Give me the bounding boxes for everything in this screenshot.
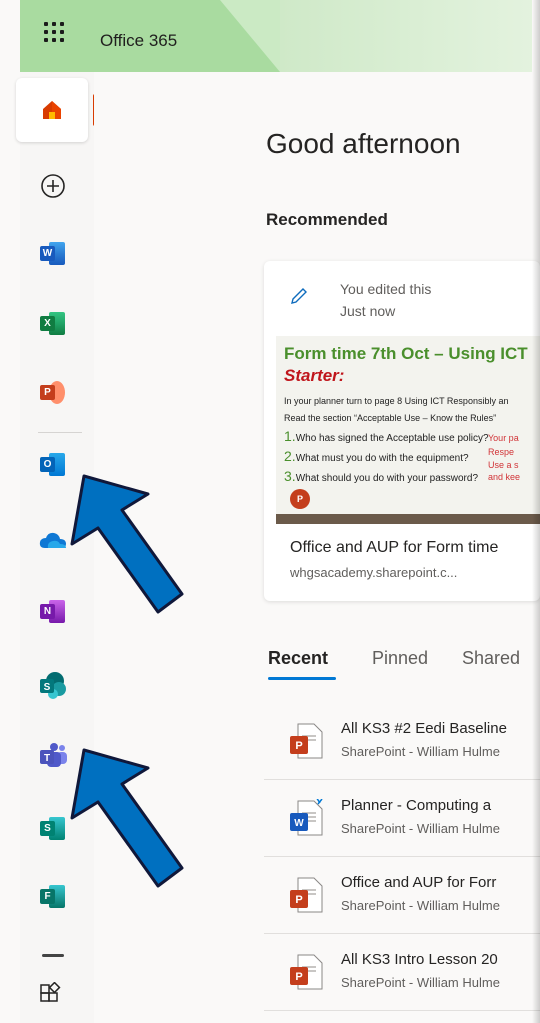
card-title[interactable]: Office and AUP for Form time xyxy=(290,539,498,557)
home-icon xyxy=(43,101,61,119)
tab-recent[interactable]: Recent xyxy=(268,648,328,669)
tab-underline xyxy=(268,677,336,680)
forms-icon[interactable]: F xyxy=(40,884,66,910)
tab-pinned[interactable]: Pinned xyxy=(372,648,428,669)
powerpoint-file-icon: P xyxy=(290,954,323,990)
file-row[interactable]: P All KS3 #2 Eedi Baseline SharePoint - … xyxy=(264,702,540,780)
file-row[interactable]: P All KS3 Intro Lesson 20 SharePoint - W… xyxy=(264,933,540,1011)
plus-circle-icon[interactable] xyxy=(40,173,66,199)
thumb-line: Read the section “Acceptable Use – Know … xyxy=(284,413,497,423)
annotation-arrow-icon xyxy=(70,748,184,888)
thumb-starter: Starter: xyxy=(284,366,345,385)
file-location: SharePoint - William Hulme xyxy=(341,821,500,836)
svg-text:P: P xyxy=(295,740,302,752)
file-name: All KS3 #2 Eedi Baseline xyxy=(341,720,507,737)
thumb-question: 3.What should you do with your password? xyxy=(284,468,479,484)
svg-text:T: T xyxy=(44,753,50,764)
svg-text:P: P xyxy=(295,894,302,906)
office365-window: Office 365 W X P O N S T S F Good aftern… xyxy=(0,0,540,1023)
sharepoint-icon[interactable]: S xyxy=(38,670,68,700)
card-thumbnail[interactable]: Form time 7th Oct – Using ICT Starter: I… xyxy=(276,336,540,524)
powerpoint-file-icon: P xyxy=(290,877,323,913)
brand-title[interactable]: Office 365 xyxy=(100,31,177,51)
window-edge-shadow xyxy=(532,0,540,1023)
svg-text:W: W xyxy=(294,818,304,829)
file-location: SharePoint - William Hulme xyxy=(341,744,500,759)
thumb-bullet: Respe xyxy=(488,447,515,457)
file-location: SharePoint - William Hulme xyxy=(341,975,500,990)
file-name: All KS3 Intro Lesson 20 xyxy=(341,951,498,968)
powerpoint-badge-icon: P xyxy=(290,489,310,509)
outlook-icon[interactable]: O xyxy=(40,452,66,478)
thumb-question: 1.Who has signed the Acceptable use poli… xyxy=(284,428,489,444)
annotation-arrow-icon xyxy=(70,474,184,614)
card-activity: You edited this xyxy=(340,281,432,297)
all-apps-icon[interactable] xyxy=(38,982,62,1006)
file-row[interactable]: W Planner - Computing a SharePoint - Wil… xyxy=(264,779,540,857)
thumb-question: 2.What must you do with the equipment? xyxy=(284,448,469,464)
header-decoration-wedge xyxy=(220,0,280,72)
thumb-bullet: Use a s xyxy=(488,460,519,470)
powerpoint-icon[interactable]: P xyxy=(40,380,66,406)
thumb-bullet: Your pa xyxy=(488,433,519,443)
thumb-line: In your planner turn to page 8 Using ICT… xyxy=(284,396,509,406)
file-row[interactable]: P Office and AUP for Forr SharePoint - W… xyxy=(264,856,540,934)
thumb-title: Form time 7th Oct – Using ICT xyxy=(284,344,528,363)
recommended-card[interactable]: You edited this Just now Form time 7th O… xyxy=(264,261,540,601)
rail-partial-icon xyxy=(42,954,64,957)
waffle-icon[interactable] xyxy=(44,22,68,46)
file-name: Planner - Computing a xyxy=(341,797,492,814)
svg-text:S: S xyxy=(44,682,51,693)
onenote-icon[interactable]: N xyxy=(40,599,66,625)
greeting: Good afternoon xyxy=(266,128,461,159)
header-decoration xyxy=(280,0,532,72)
recommended-heading: Recommended xyxy=(266,210,388,229)
word-file-icon: W xyxy=(290,799,323,836)
file-location: SharePoint - William Hulme xyxy=(341,898,500,913)
tab-shared[interactable]: Shared xyxy=(462,648,520,669)
powerpoint-file-icon: P xyxy=(290,723,323,759)
sway-icon[interactable]: S xyxy=(40,816,66,842)
rail-divider xyxy=(38,432,82,433)
thumb-bullet: and kee xyxy=(488,472,521,482)
file-name: Office and AUP for Forr xyxy=(341,874,497,891)
svg-text:P: P xyxy=(295,971,302,983)
card-activity-time: Just now xyxy=(340,303,396,319)
app-header: Office 365 xyxy=(20,0,532,72)
pencil-icon xyxy=(291,288,307,304)
card-location: whgsacademy.sharepoint.c... xyxy=(290,565,458,580)
word-icon[interactable]: W xyxy=(40,241,66,267)
thumb-strip xyxy=(276,514,540,524)
excel-icon[interactable]: X xyxy=(40,311,66,337)
rail-item-home[interactable] xyxy=(16,78,88,142)
